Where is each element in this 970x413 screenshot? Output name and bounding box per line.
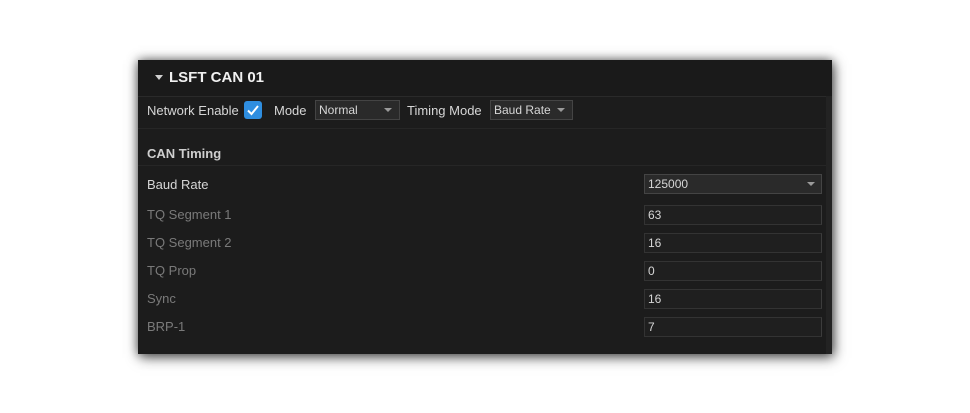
baud-rate-value: 125000 [648, 177, 689, 191]
chevron-down-icon [384, 108, 392, 112]
section-title: CAN Timing [147, 146, 222, 161]
mode-label: Mode [274, 103, 307, 118]
sync-field[interactable]: 16 [644, 289, 822, 309]
panel-scroll-edge [826, 96, 832, 354]
collapse-caret-icon[interactable] [155, 75, 163, 80]
tq-segment-2-value: 16 [648, 236, 662, 250]
tq-segment-1-label: TQ Segment 1 [147, 207, 232, 222]
tq-segment-2-label: TQ Segment 2 [147, 235, 232, 250]
checkmark-icon [247, 105, 259, 116]
chevron-down-icon [807, 182, 815, 186]
panel-title: LSFT CAN 01 [169, 69, 265, 86]
timing-mode-select-value: Baud Rate [494, 103, 551, 117]
mode-select-value: Normal [319, 103, 358, 117]
network-enable-checkbox[interactable] [244, 101, 262, 119]
tq-prop-label: TQ Prop [147, 263, 197, 278]
brp-1-label: BRP-1 [147, 319, 186, 334]
baud-rate-select[interactable]: 125000 [644, 174, 822, 194]
brp-1-field[interactable]: 7 [644, 317, 822, 337]
timing-mode-select[interactable]: Baud Rate [490, 100, 573, 120]
timing-mode-label: Timing Mode [407, 103, 482, 118]
tq-segment-2-field[interactable]: 16 [644, 233, 822, 253]
tq-prop-value: 0 [648, 264, 655, 278]
can-network-panel: LSFT CAN 01 Network Enable Mode Normal T… [138, 60, 832, 354]
sync-label: Sync [147, 291, 176, 306]
brp-1-value: 7 [648, 320, 655, 334]
tq-segment-1-value: 63 [648, 208, 662, 222]
network-toolbar: Network Enable Mode Normal Timing Mode B… [138, 96, 832, 129]
tq-prop-field[interactable]: 0 [644, 261, 822, 281]
panel-header[interactable]: LSFT CAN 01 [138, 60, 832, 97]
tq-segment-1-field[interactable]: 63 [644, 205, 822, 225]
baud-rate-label: Baud Rate [147, 177, 209, 192]
network-enable-label: Network Enable [147, 103, 239, 118]
chevron-down-icon [557, 108, 565, 112]
mode-select[interactable]: Normal [315, 100, 400, 120]
sync-value: 16 [648, 292, 662, 306]
section-divider [138, 165, 828, 166]
